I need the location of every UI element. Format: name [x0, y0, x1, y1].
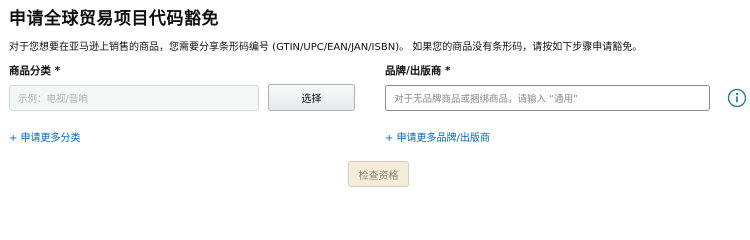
page-title: 申请全球贸易项目代码豁免 [9, 9, 219, 29]
brand-label: 品牌/出版商 * [385, 65, 451, 77]
info-icon-graphic [727, 88, 747, 108]
category-input[interactable]: 示例：电视/音响 [9, 85, 259, 111]
brand-placeholder: 对于无品牌商品或捆绑商品，请输入 “通用” [394, 94, 578, 105]
check-eligibility-button[interactable]: 检查资格 [348, 161, 409, 187]
category-placeholder: 示例：电视/音响 [18, 94, 88, 105]
gtin-exemption-page: 申请全球贸易项目代码豁免 对于您想要在亚马逊上销售的商品，您需要分享条形码编号 … [0, 0, 750, 201]
category-label: 商品分类 * [9, 65, 61, 77]
select-category-button[interactable]: 选择 [268, 84, 355, 111]
request-more-categories-link[interactable]: + 申请更多分类 [9, 129, 81, 144]
page-description: 对于您想要在亚马逊上销售的商品，您需要分享条形码编号 (GTIN/UPC/EAN… [9, 42, 643, 53]
request-more-brands-link[interactable]: + 申请更多品牌/出版商 [385, 129, 490, 144]
brand-input[interactable]: 对于无品牌商品或捆绑商品，请输入 “通用” [385, 85, 710, 111]
info-icon[interactable] [727, 88, 747, 108]
